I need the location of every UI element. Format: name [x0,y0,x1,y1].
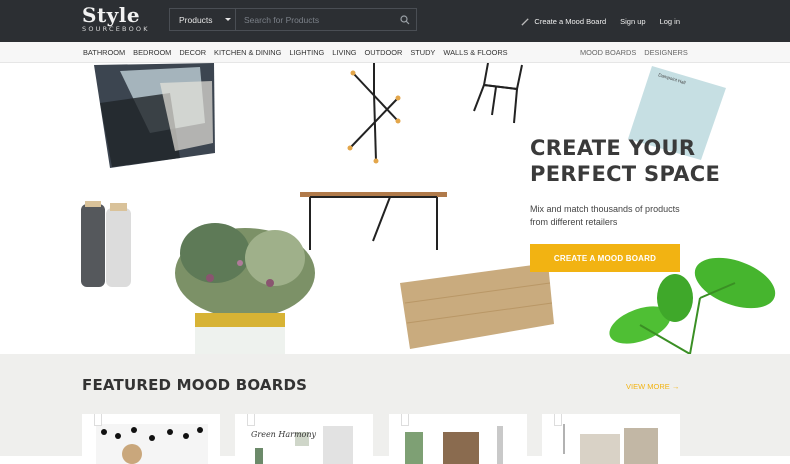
card-tag [94,414,102,426]
chevron-down-icon [224,18,231,21]
nav-item-mood-boards[interactable]: MOOD BOARDS [580,48,636,57]
nav-item-lighting[interactable]: LIGHTING [289,48,324,57]
category-select-label: Products [179,14,213,25]
card-title: Green Harmony [251,430,317,439]
hero-title-line1: CREATE YOUR [530,136,696,160]
logo-subtext: SOURCEBOOK [82,25,150,33]
create-mood-board-link[interactable]: Create a Mood Board [521,17,606,26]
login-link[interactable]: Log in [660,17,680,26]
search-icon[interactable] [394,9,416,30]
mood-board-thumbnail [563,424,658,464]
search-input[interactable] [236,9,394,30]
logo[interactable]: Style SOURCEBOOK [82,4,150,33]
hero-title: CREATE YOUR PERFECT SPACE [530,135,720,187]
mood-board-thumbnail [255,426,353,464]
mood-board-thumbnail [96,424,208,464]
dining-table-image [300,192,447,250]
search-bar: Products [169,8,417,31]
mood-board-card[interactable]: Green Harmony [235,414,373,464]
top-bar: Style SOURCEBOOK Products Create a Mood … [0,0,790,42]
mood-board-card[interactable] [389,414,527,464]
card-tag [401,414,409,426]
category-list: BATHROOM BEDROOM DECOR KITCHEN & DINING … [83,42,508,63]
create-mood-board-button[interactable]: CREATE A MOOD BOARD [530,244,680,272]
pendant-light-image [347,63,401,164]
card-tag [247,414,255,426]
hero-section: Dampoint Hall CREATE YOUR PERFECT SPACE … [0,63,790,354]
mood-board-thumbnail [405,426,503,464]
nav-item-outdoor[interactable]: OUTDOOR [365,48,403,57]
nav-item-designers[interactable]: DESIGNERS [644,48,688,57]
category-select[interactable]: Products [170,9,236,30]
right-nav: MOOD BOARDS DESIGNERS [580,42,688,63]
card-tag [554,414,562,426]
wood-floor-sample-image [400,263,554,349]
featured-section: FEATURED MOOD BOARDS VIEW MORE → Green H… [0,354,790,464]
signup-link[interactable]: Sign up [620,17,645,26]
category-nav: BATHROOM BEDROOM DECOR KITCHEN & DINING … [0,42,790,63]
nav-item-kitchen-dining[interactable]: KITCHEN & DINING [214,48,281,57]
hero-subtitle: Mix and match thousands of products from… [530,204,680,227]
nav-item-bathroom[interactable]: BATHROOM [83,48,125,57]
nav-item-bedroom[interactable]: BEDROOM [133,48,171,57]
plant-vase-image [175,223,315,354]
nav-item-study[interactable]: STUDY [410,48,435,57]
mood-board-card[interactable] [542,414,680,464]
mood-board-card[interactable] [82,414,220,464]
view-more-link[interactable]: VIEW MORE → [626,382,679,391]
nav-item-walls-floors[interactable]: WALLS & FLOORS [443,48,507,57]
chair-image [473,63,523,124]
canvas-artwork-image [94,63,215,168]
create-mood-board-label: Create a Mood Board [534,16,607,26]
nav-item-living[interactable]: LIVING [332,48,356,57]
nav-item-decor[interactable]: DECOR [179,48,206,57]
pencil-icon [521,17,530,26]
hero-title-line2: PERFECT SPACE [530,162,721,186]
featured-title: FEATURED MOOD BOARDS [82,376,308,394]
top-links: Create a Mood Board Sign up Log in [521,0,680,42]
logo-text: Style [82,3,141,27]
salt-pepper-grinders-image [81,201,131,287]
